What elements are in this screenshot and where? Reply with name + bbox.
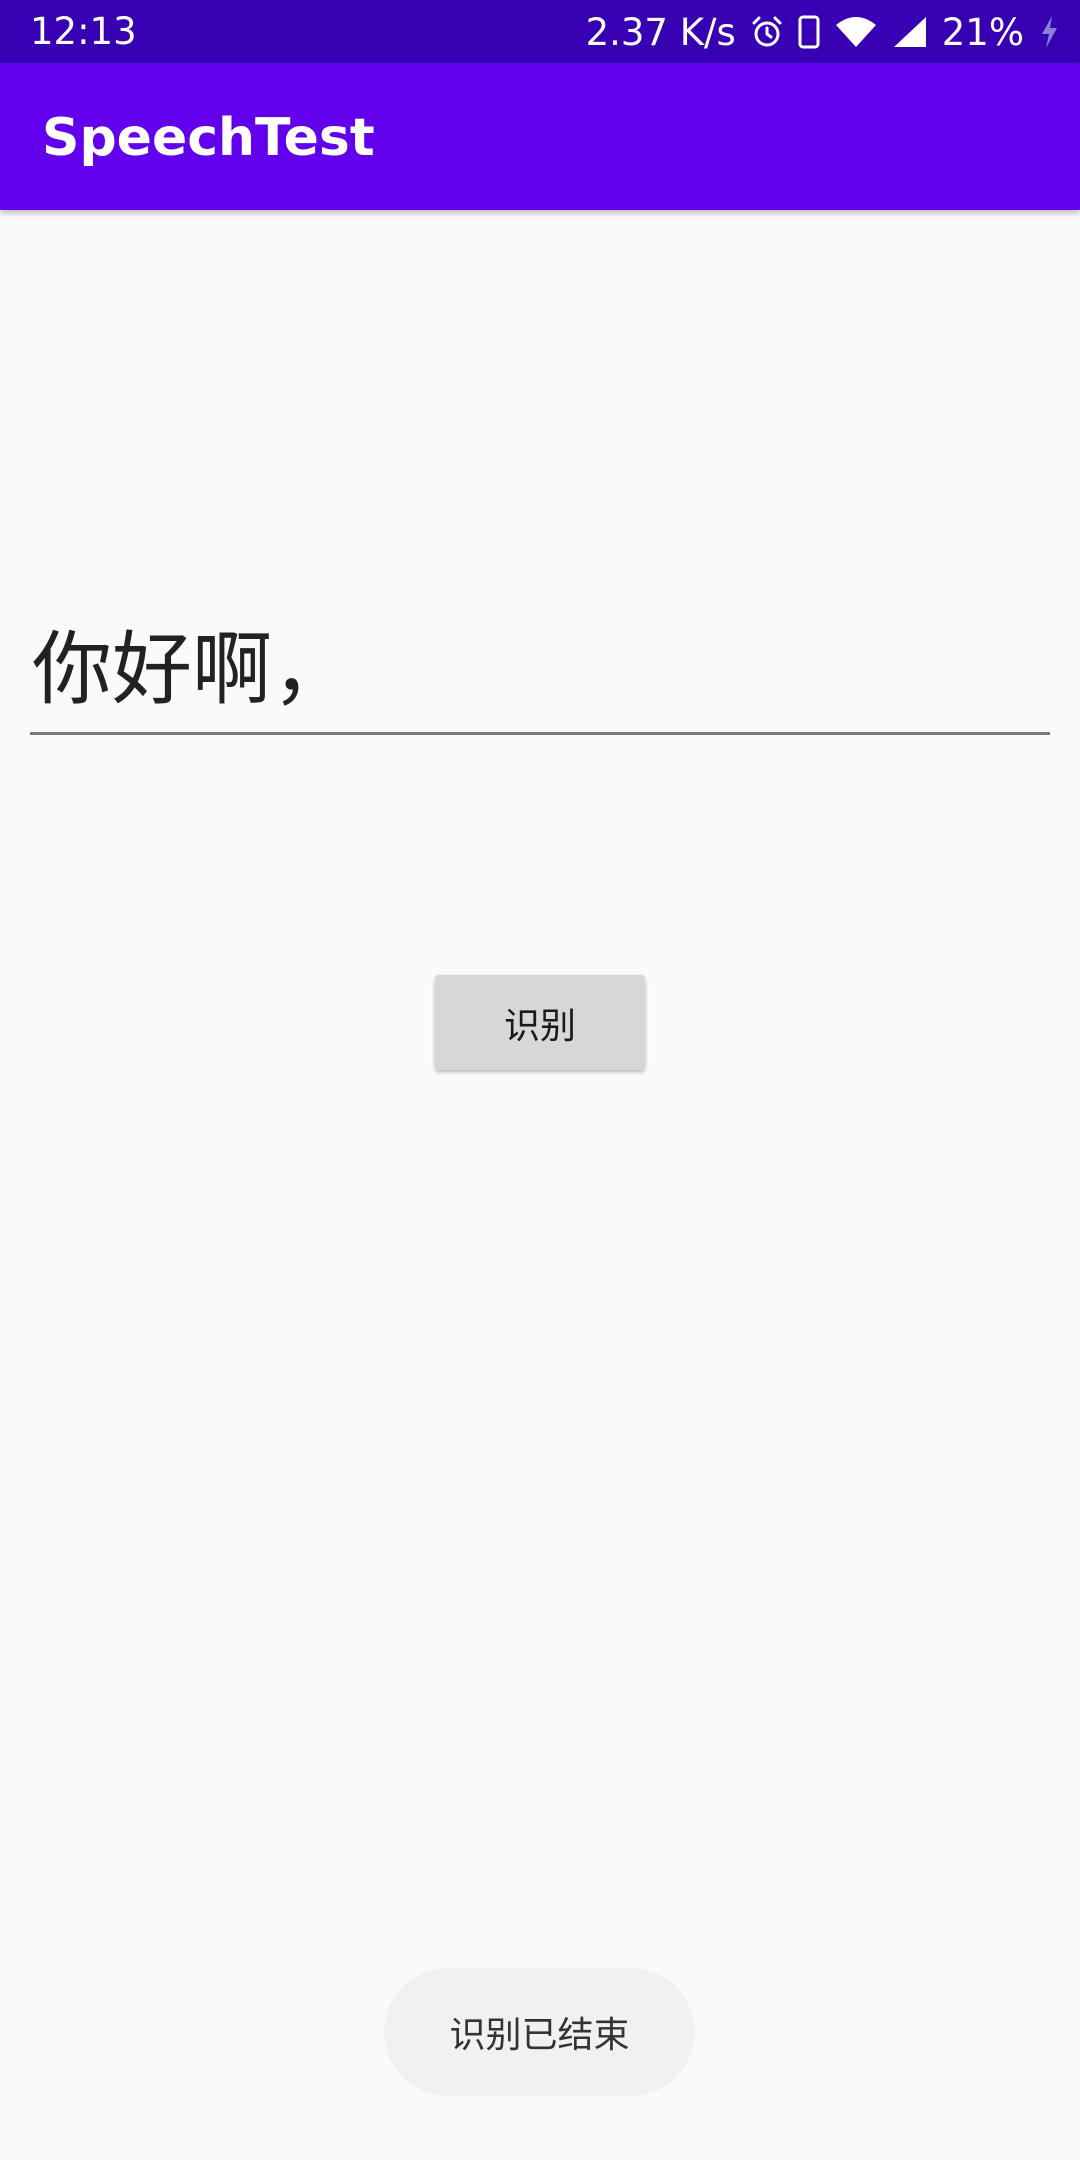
wifi-icon: [834, 15, 878, 49]
recognized-text-value: 你好啊，: [32, 623, 352, 716]
app-bar: SpeechTest: [0, 63, 1080, 210]
recognized-text-field[interactable]: 你好啊，: [30, 600, 1050, 735]
recognize-button[interactable]: 识别: [435, 975, 645, 1070]
phone-icon: [798, 15, 820, 49]
status-icons: 2.37 K/s 21%: [586, 8, 1060, 56]
text-field-underline: [30, 732, 1050, 735]
alarm-icon: [750, 15, 784, 49]
battery-percentage: 21%: [941, 10, 1024, 54]
toast-text: 识别已结束: [449, 2015, 630, 2056]
toast-message: 识别已结束: [384, 1968, 695, 2096]
status-bar: 12:13 2.37 K/s 21%: [0, 0, 1080, 63]
status-time: 12:13: [30, 10, 137, 53]
app-title: SpeechTest: [42, 108, 375, 168]
charging-icon: [1038, 14, 1060, 50]
network-speed: 2.37 K/s: [585, 10, 736, 54]
signal-icon: [892, 15, 928, 49]
